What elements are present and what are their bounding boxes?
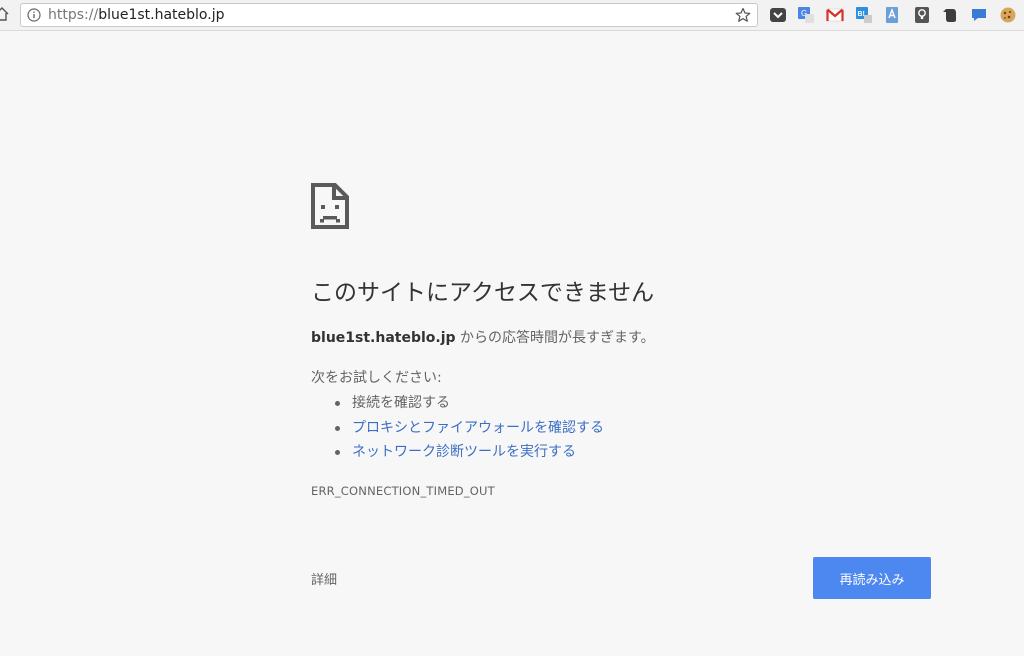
details-button[interactable]: 詳細	[311, 569, 337, 588]
keep-icon[interactable]	[913, 6, 931, 24]
cookie-icon[interactable]	[999, 6, 1017, 24]
error-summary-suffix: からの応答時間が長すぎます。	[455, 330, 655, 346]
error-summary: blue1st.hateblo.jp からの応答時間が長すぎます。	[311, 329, 655, 347]
hatena-bookmark-icon[interactable]: B!	[855, 6, 873, 24]
url-text[interactable]: https://blue1st.hateblo.jp	[48, 7, 224, 23]
suggestion-list: 接続を確認する プロキシとファイアウォールを確認する ネットワーク診断ツールを実…	[311, 391, 604, 465]
translate-icon[interactable]: G	[797, 6, 815, 24]
printfriendly-icon[interactable]	[883, 6, 901, 24]
try-label: 次をお試しください:	[311, 370, 442, 386]
bookmark-star-icon[interactable]	[735, 7, 751, 23]
pocket-icon[interactable]	[769, 6, 787, 24]
error-host: blue1st.hateblo.jp	[311, 330, 456, 346]
gmail-icon[interactable]	[826, 6, 844, 24]
suggestion-network-diagnostics-link[interactable]: ネットワーク診断ツールを実行する	[335, 440, 604, 465]
sad-page-icon	[311, 183, 349, 229]
evernote-icon[interactable]	[941, 6, 959, 24]
url-scheme: https://	[48, 7, 99, 23]
suggestion-check-proxy-link[interactable]: プロキシとファイアウォールを確認する	[335, 416, 604, 441]
chat-icon[interactable]	[970, 6, 988, 24]
svg-text:B!: B!	[858, 11, 865, 18]
suggestion-check-connection: 接続を確認する	[335, 391, 604, 416]
home-icon[interactable]	[0, 6, 10, 22]
error-content: このサイトにアクセスできません blue1st.hateblo.jp からの応答…	[311, 183, 932, 599]
url-host: blue1st.hateblo.jp	[98, 7, 225, 23]
address-bar[interactable]: https://blue1st.hateblo.jp	[20, 3, 758, 27]
browser-toolbar: https://blue1st.hateblo.jp G B!	[0, 0, 1024, 31]
info-icon[interactable]	[27, 8, 41, 22]
error-title: このサイトにアクセスできません	[311, 280, 655, 306]
error-code: ERR_CONNECTION_TIMED_OUT	[311, 484, 495, 498]
reload-button[interactable]: 再読み込み	[813, 557, 931, 599]
